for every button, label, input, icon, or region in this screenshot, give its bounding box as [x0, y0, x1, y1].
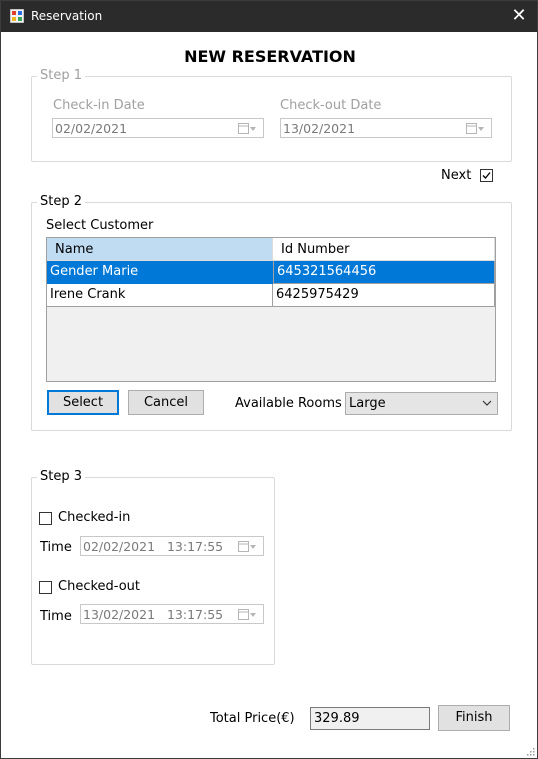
- total-price-field[interactable]: 329.89: [310, 707, 430, 730]
- cell-name[interactable]: Irene Crank: [47, 284, 273, 307]
- page-title: NEW RESERVATION: [184, 47, 356, 66]
- checkout-time-label: Time: [40, 609, 72, 624]
- window-title: Reservation: [31, 9, 103, 23]
- select-customer-label: Select Customer: [46, 218, 154, 233]
- close-icon[interactable]: ✕: [501, 1, 537, 32]
- checkout-date-label: Check-out Date: [280, 98, 382, 113]
- checkin-date-value: 02/02/2021: [55, 121, 128, 136]
- checkin-time-picker[interactable]: 02/02/2021 13:17:55: [80, 536, 264, 556]
- checkin-date-picker[interactable]: 02/02/2021: [52, 118, 264, 138]
- cancel-button[interactable]: Cancel: [128, 390, 204, 415]
- cell-name[interactable]: Gender Marie: [47, 261, 273, 284]
- grid-header: Name Id Number: [47, 238, 495, 261]
- checkin-time-value: 02/02/2021 13:17:55: [83, 539, 224, 554]
- cell-id-number[interactable]: 6425975429: [273, 284, 495, 307]
- available-rooms-value: Large: [349, 396, 386, 411]
- checkout-time-picker[interactable]: 13/02/2021 13:17:55: [80, 604, 264, 624]
- available-rooms-label: Available Rooms: [235, 396, 342, 411]
- checkbox-icon: [482, 172, 491, 179]
- app-icon: [10, 9, 24, 23]
- next-checkbox[interactable]: [480, 169, 493, 182]
- table-row[interactable]: Irene Crank 6425975429: [47, 284, 495, 307]
- checked-out-label: Checked-out: [58, 579, 140, 594]
- available-rooms-select[interactable]: Large: [345, 392, 498, 415]
- checked-in-checkbox[interactable]: [39, 512, 52, 525]
- calendar-icon: [238, 541, 256, 552]
- column-header-id-number[interactable]: Id Number: [273, 238, 495, 261]
- reservation-window: Reservation ✕ NEW RESERVATION Step 1 Che…: [0, 0, 538, 759]
- checkin-date-label: Check-in Date: [53, 98, 145, 113]
- select-button[interactable]: Select: [47, 390, 119, 415]
- customer-grid[interactable]: Name Id Number Gender Marie 645321564456…: [46, 237, 496, 382]
- dropdown-arrow-icon: [482, 400, 492, 406]
- next-label: Next: [441, 168, 472, 183]
- resize-grip-icon[interactable]: [525, 746, 535, 756]
- checked-out-checkbox[interactable]: [39, 581, 52, 594]
- calendar-icon: [238, 609, 256, 620]
- checkout-date-picker[interactable]: 13/02/2021: [280, 118, 492, 138]
- column-header-name[interactable]: Name: [47, 238, 273, 261]
- step3-legend: Step 3: [37, 469, 86, 484]
- calendar-icon: [466, 123, 484, 134]
- checked-in-label: Checked-in: [58, 510, 131, 525]
- calendar-icon: [238, 123, 256, 134]
- step3-group: [31, 477, 275, 665]
- checkin-time-label: Time: [40, 540, 72, 555]
- title-bar: Reservation ✕: [1, 1, 537, 32]
- step2-legend: Step 2: [37, 194, 86, 209]
- finish-button[interactable]: Finish: [438, 705, 510, 731]
- table-row[interactable]: Gender Marie 645321564456: [47, 261, 495, 284]
- checkout-date-value: 13/02/2021: [283, 121, 356, 136]
- cell-id-number[interactable]: 645321564456: [273, 261, 495, 284]
- checkout-time-value: 13/02/2021 13:17:55: [83, 607, 224, 622]
- step1-legend: Step 1: [37, 68, 86, 83]
- total-price-label: Total Price(€): [210, 711, 295, 726]
